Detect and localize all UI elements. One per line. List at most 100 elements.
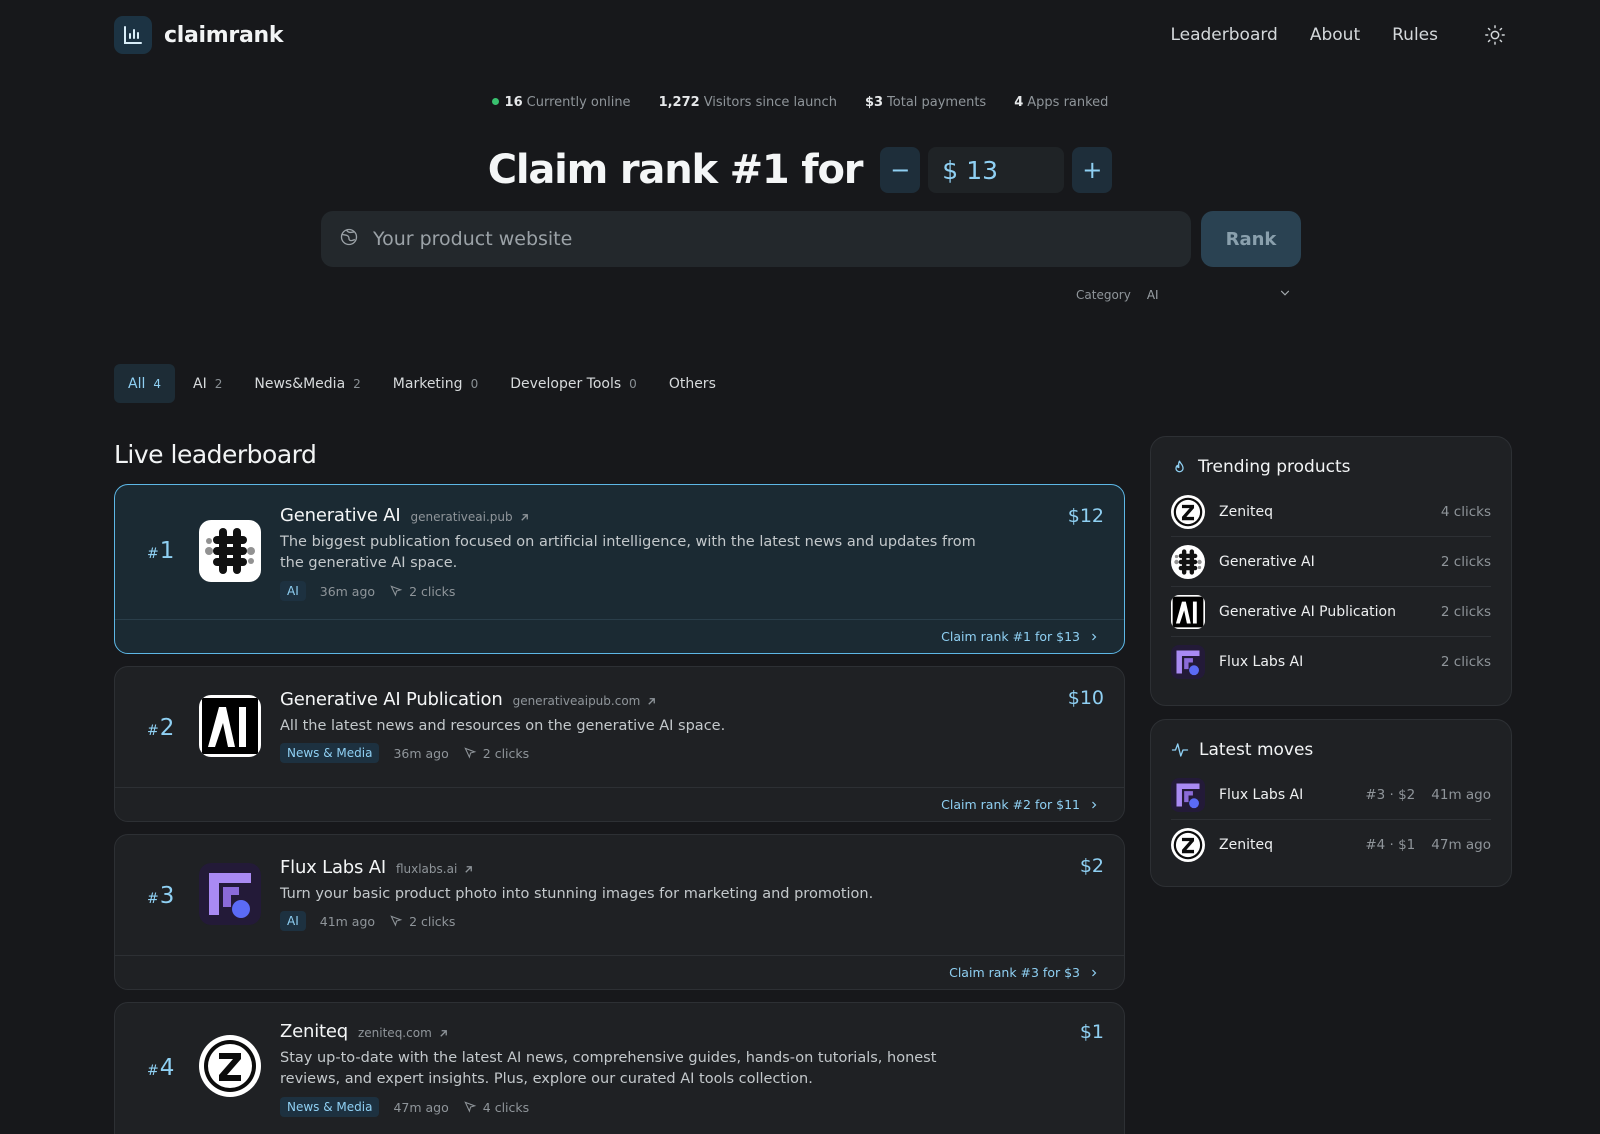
tab-all[interactable]: All 4 (114, 364, 175, 403)
trending-item[interactable]: Generative AI Publication 2 clicks (1171, 587, 1491, 637)
category-tag[interactable]: News & Media (280, 1097, 380, 1117)
nav-leaderboard[interactable]: Leaderboard (1170, 25, 1277, 45)
stat-payments: $3 Total payments (864, 95, 987, 110)
latest-move-item[interactable]: Zeniteq #4 · $1 47m ago (1171, 820, 1491, 870)
card-title-row: Generative AI Publication generativeaipu… (280, 689, 657, 710)
zeniteq-logo-icon (1171, 494, 1205, 529)
claim-rank-link[interactable]: Claim rank #2 for $11 (115, 787, 1124, 821)
chevron-down-icon (1278, 286, 1292, 303)
cursor-icon (464, 1101, 477, 1113)
product-name[interactable]: Zeniteq (280, 1021, 348, 1042)
zeniteq-logo-icon (199, 1035, 261, 1097)
product-description: Stay up-to-date with the latest AI news,… (280, 1050, 937, 1087)
cursor-icon (390, 585, 403, 597)
nav-about[interactable]: About (1310, 25, 1360, 45)
claim-rank-link[interactable]: Claim rank #1 for $13 (115, 619, 1124, 653)
website-search-box[interactable] (321, 211, 1191, 267)
amount-value: 13 (966, 155, 999, 185)
click-count: 2 clicks (463, 746, 529, 761)
category-tag[interactable]: AI (280, 581, 306, 601)
leaderboard-card-3[interactable]: #3 Flux Labs AI fluxlabs.ai Turn your ba… (114, 834, 1125, 990)
latest-move-item[interactable]: Flux Labs AI #3 · $2 41m ago (1171, 770, 1491, 820)
trending-products-panel: Trending products Zeniteq 4 clicks Gener… (1150, 436, 1512, 706)
stat-visitors: 1,272 Visitors since launch (658, 95, 837, 110)
product-url-link[interactable]: zeniteq.com (358, 1026, 449, 1040)
rank-number: #4 (147, 1055, 175, 1081)
trending-header: Trending products (1151, 437, 1511, 487)
claim-rank-link[interactable]: Claim rank #3 for $3 (115, 955, 1124, 989)
product-url-link[interactable]: generativeaipub.com (513, 694, 658, 708)
product-name[interactable]: Flux Labs AI (280, 857, 386, 878)
flux-labs-logo-icon (1171, 777, 1205, 812)
ai-publication-logo-icon (1171, 594, 1205, 629)
product-website-input[interactable] (373, 228, 1153, 250)
ai-publication-logo-icon (199, 695, 261, 757)
product-description: All the latest news and resources on the… (280, 718, 726, 734)
cursor-icon (464, 747, 477, 759)
product-description: Turn your basic product photo into stunn… (280, 886, 874, 902)
click-count: 2 clicks (389, 584, 455, 599)
product-name[interactable]: Generative AI Publication (280, 689, 503, 710)
latest-moves-panel: Latest moves Flux Labs AI #3 · $2 41m ag… (1150, 719, 1512, 887)
decrease-amount-button[interactable]: − (880, 147, 921, 193)
rank-button[interactable]: Rank (1201, 211, 1301, 267)
product-meta: News & Media 36m ago 2 clicks (280, 743, 529, 763)
activity-icon (1171, 743, 1189, 757)
rank-form: Rank (321, 211, 1301, 267)
tab-marketing[interactable]: Marketing 0 (379, 364, 492, 403)
top-header: claimrank Leaderboard About Rules (114, 15, 1510, 55)
tab-developer-tools[interactable]: Developer Tools 0 (496, 364, 651, 403)
hero-title: Claim rank #1 for (487, 147, 864, 193)
generative-ai-logo-icon (1171, 544, 1205, 579)
product-url-link[interactable]: generativeai.pub (410, 510, 529, 524)
time-ago: 41m ago (319, 913, 376, 929)
leaderboard-title: Live leaderboard (114, 440, 317, 469)
external-link-icon (648, 697, 656, 705)
nav-rules[interactable]: Rules (1392, 25, 1438, 45)
generative-ai-logo-icon (199, 520, 261, 582)
chevron-right-icon (1092, 969, 1097, 976)
time-ago: 47m ago (393, 1099, 449, 1115)
leaderboard-card-1[interactable]: #1 Generative AI generativeai.pub The bi… (114, 484, 1125, 654)
amount-field[interactable]: $ 13 (928, 147, 1065, 193)
product-meta: News & Media 47m ago 4 clicks (280, 1097, 529, 1117)
stat-online: 16 Currently online (491, 95, 631, 110)
logo-chart-icon[interactable] (114, 16, 152, 54)
latest-moves-header: Latest moves (1151, 720, 1511, 770)
product-url-link[interactable]: fluxlabs.ai (396, 862, 474, 876)
flux-labs-logo-icon (1171, 645, 1205, 679)
chevron-right-icon (1092, 633, 1097, 640)
product-description: The biggest publication focused on artif… (280, 534, 976, 571)
online-dot-icon (491, 98, 499, 105)
time-ago: 36m ago (319, 583, 376, 599)
category-value: AI (1146, 287, 1159, 302)
tab-news-media[interactable]: News&Media 2 (240, 364, 374, 403)
category-tag[interactable]: AI (280, 911, 306, 931)
product-name[interactable]: Generative AI (280, 505, 401, 526)
theme-toggle-sun-icon[interactable] (1480, 20, 1510, 50)
external-link-icon (520, 513, 528, 521)
leaderboard-card-2[interactable]: #2 Generative AI Publication generativea… (114, 666, 1125, 822)
product-price: $2 (1079, 855, 1104, 877)
card-title-row: Zeniteq zeniteq.com (280, 1021, 449, 1042)
card-title-row: Flux Labs AI fluxlabs.ai (280, 857, 474, 878)
external-link-icon (465, 865, 473, 873)
increase-amount-button[interactable]: + (1072, 147, 1113, 193)
category-tag[interactable]: News & Media (280, 743, 380, 763)
trending-item[interactable]: Flux Labs AI 2 clicks (1171, 637, 1491, 687)
main-nav: Leaderboard About Rules (1170, 20, 1510, 50)
category-label: Category (1076, 287, 1131, 302)
tab-ai[interactable]: AI 2 (179, 364, 236, 403)
chevron-right-icon (1092, 801, 1097, 808)
brand-name[interactable]: claimrank (164, 23, 283, 48)
tab-others[interactable]: Others (655, 364, 730, 403)
card-title-row: Generative AI generativeai.pub (280, 505, 530, 526)
trending-item[interactable]: Zeniteq 4 clicks (1171, 487, 1491, 537)
flame-icon (1175, 459, 1184, 472)
leaderboard-card-4[interactable]: #4 Zeniteq zeniteq.com Stay up-to-date w… (114, 1002, 1125, 1134)
rank-number: #2 (147, 715, 175, 741)
category-select[interactable]: Category AI (1076, 286, 1292, 303)
cursor-icon (390, 915, 403, 927)
rank-number: #1 (147, 538, 175, 564)
trending-item[interactable]: Generative AI 2 clicks (1171, 537, 1491, 587)
